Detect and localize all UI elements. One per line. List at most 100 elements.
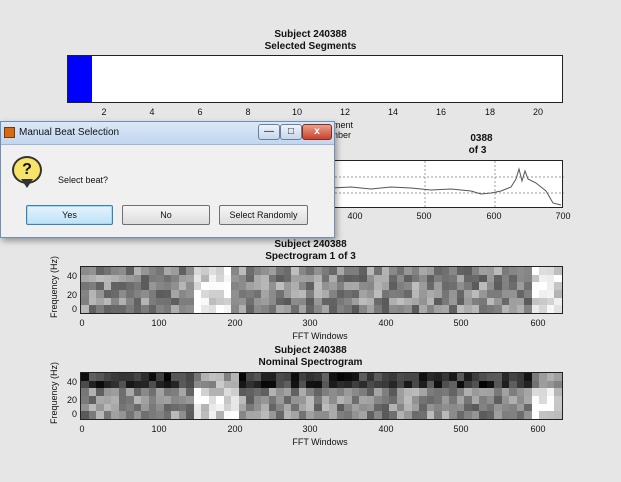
spectrogram-cell [253,297,262,306]
spectrogram-cell [486,388,495,396]
spectrogram-cell [156,289,164,298]
yes-button[interactable]: Yes [26,205,113,225]
select-randomly-button[interactable]: Select Randomly [219,205,308,225]
spectrogram-cell [479,274,487,283]
spectrogram-cell [501,395,510,404]
spectrogram-cell [171,282,179,290]
close-button[interactable]: x [302,124,332,140]
spectrogram-cell [223,305,232,313]
spectrogram-cell [111,395,119,404]
spectrogram-cell [268,297,277,306]
spectrogram-cell [306,380,314,389]
spectrogram-cell [216,297,224,306]
spectrogram-cell [396,411,405,419]
spectrogram-cell [411,305,420,313]
spectrogram-cell [96,282,104,290]
spectrogram-cell [494,274,502,283]
dialog-title: Manual Beat Selection [19,127,120,138]
spectrogram-cell [216,403,224,412]
spectrogram-cell [291,305,299,313]
spectrogram-cell [344,267,352,275]
spectrogram-cell [449,395,457,404]
spectrogram2-heatmap [81,373,562,419]
spectrogram2-title-line2: Nominal Spectrogram [258,357,363,368]
spectrogram-cell [404,373,412,381]
spectrogram-cell [456,395,465,404]
spectrogram-cell [148,373,157,381]
spectrogram1-ylabel: Frequency (Hz) [49,255,59,318]
spectrogram-cell [321,282,330,290]
spectrogram-cell [171,274,179,283]
spectrogram-cell [366,395,375,404]
spectrogram-cell [261,388,269,396]
spectrogram-cell [351,373,360,381]
manual-beat-selection-dialog[interactable]: Manual Beat Selection — □ x ? Select bea… [0,121,335,238]
spectrogram-cell [546,305,555,313]
spectrogram-cell [501,289,510,298]
maximize-button[interactable]: □ [280,124,302,140]
spectrogram-cell [411,289,420,298]
spectrogram-cell [246,282,254,290]
spectrogram-cell [178,373,187,381]
spectrogram-cell [178,267,187,275]
spectrogram-cell [156,395,164,404]
spectrogram-cell [141,403,149,412]
spectrogram-cell [126,289,134,298]
spectrogram-cell [336,297,345,306]
no-button[interactable]: No [122,205,210,225]
spectrogram-cell [441,282,450,290]
spectrogram-cell [531,274,540,283]
spectrogram-cell [238,297,247,306]
spectrogram-cell [193,411,202,419]
spectrogram-cell [283,411,292,419]
spectrogram-cell [464,267,472,275]
spectrogram-cell [479,380,487,389]
spectrogram2-xtick-label: 600 [530,424,546,434]
minimize-button[interactable]: — [258,124,280,140]
spectrogram-cell [276,388,284,396]
spectrogram-cell [531,289,540,298]
spectrogram-cell [366,297,375,306]
dialog-titlebar[interactable]: Manual Beat Selection — □ x [1,122,334,145]
spectrogram-cell [539,411,547,419]
spectrogram-cell [464,297,472,306]
spectrogram-cell [396,297,405,306]
spectrogram-cell [141,305,149,313]
spectrogram-cell [118,282,127,290]
spectrogram-cell [193,274,202,283]
top-plot-xtick-label: 16 [435,107,446,117]
spectrogram1-axes [80,266,563,314]
spectrogram-cell [298,411,307,419]
spectrogram-cell [449,380,457,389]
spectrogram-cell [381,388,390,396]
spectrogram-cell [321,403,330,412]
spectrogram-cell [201,373,209,381]
spectrogram-cell [404,395,412,404]
spectrogram-cell [389,373,397,381]
spectrogram-cell [366,403,375,412]
spectrogram-cell [479,267,487,275]
spectrogram-cell [411,373,420,381]
spectrogram-cell [81,289,89,298]
spectrogram-cell [509,373,517,381]
spectrogram-cell [291,297,299,306]
spectrogram-cell [396,373,405,381]
spectrogram-cell [366,274,375,283]
spectrogram-cell [216,380,224,389]
spectrogram-cell [88,274,97,283]
spectrogram-cell [171,411,179,419]
spectrogram-cell [516,411,525,419]
spectrogram-cell [231,305,239,313]
spectrogram-cell [238,411,247,419]
spectrogram-cell [276,380,284,389]
spectrogram-cell [329,380,337,389]
spectrogram-cell [351,395,360,404]
spectrogram-cell [419,380,427,389]
spectrogram-cell [313,403,322,412]
spectrogram-cell [88,267,97,275]
spectrogram-cell [283,274,292,283]
spectrogram-cell [464,411,472,419]
spectrogram-cell [201,289,209,298]
spectrogram-cell [539,267,547,275]
spectrogram-cell [329,282,337,290]
